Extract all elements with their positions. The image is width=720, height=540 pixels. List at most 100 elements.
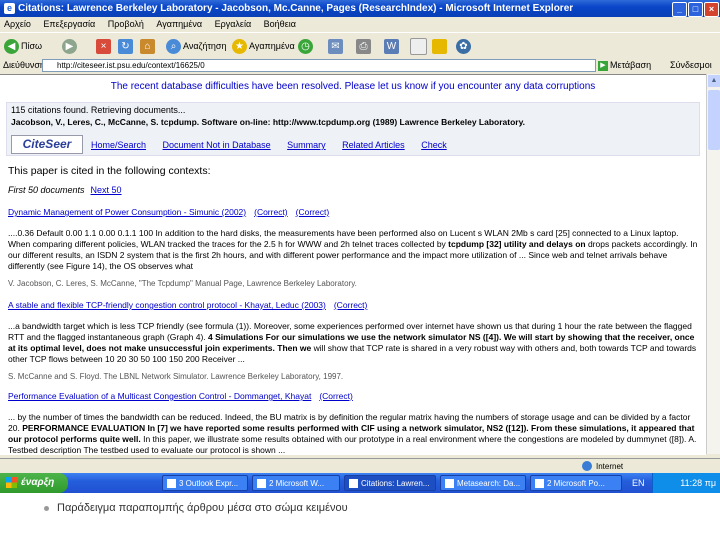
start-button[interactable]: έναρξη [0,473,68,493]
taskbar-item-word[interactable]: 2 Microsoft W... [252,475,340,491]
standard-toolbar: ◀ Πίσω ▶ × ↻ ⌂ ⌕ Αναζήτηση ★ Αγαπημένα ◷ ✉ … [0,32,720,60]
history-icon: ◷ [298,39,313,55]
entry-correct-link[interactable]: (Correct) [296,207,330,217]
history-button[interactable]: ◷ [298,37,315,55]
citation-entry: Performance Evaluation of a Multicast Co… [8,391,698,455]
entry-correct-link[interactable]: (Correct) [319,391,353,401]
minimize-button[interactable]: _ [672,2,687,17]
refresh-button[interactable]: ↻ [118,37,135,55]
messenger-button[interactable] [432,37,449,55]
entry-context-link[interactable]: (Correct) [254,207,288,217]
database-notice: The recent database difficulties have be… [110,81,596,92]
menu-view[interactable]: Προβολή [108,19,144,29]
citation-entry: A stable and flexible TCP-friendly conge… [8,300,698,382]
first-docs-label: First 50 documents [8,185,85,195]
slide-caption: Παράδειγμα παραπομπής άρθρου μέσα στο σώ… [44,502,348,514]
bullet-icon [44,505,49,511]
taskbar-item-outlook[interactable]: 3 Outlook Expr... [162,475,248,491]
home-button[interactable]: ⌂ [140,37,157,55]
address-label: Διεύθυνση [3,60,45,70]
search-icon: ⌕ [166,39,181,55]
window-title: Citations: Lawrence Berkeley Laboratory … [18,3,574,14]
mail-button[interactable]: ✉ [328,37,345,55]
browser-window: e Citations: Lawrence Berkeley Laboratory… [0,0,720,493]
not-in-database-link[interactable]: Document Not in Database [163,140,271,150]
menu-tools[interactable]: Εργαλεία [215,19,252,29]
menu-edit[interactable]: Επεξεργασία [43,19,95,29]
home-search-link[interactable]: Home/Search [91,140,146,150]
documents-nav: First 50 documents Next 50 [8,185,122,195]
stop-icon: × [96,39,111,55]
favorites-button[interactable]: ★ Αγαπημένα [232,37,295,55]
title-bar[interactable]: e Citations: Lawrence Berkeley Laboratory… [0,0,720,17]
back-arrow-icon: ◀ [4,39,19,55]
refresh-icon: ↻ [118,39,133,55]
menu-file[interactable]: Αρχείο [4,19,31,29]
menu-favorites[interactable]: Αγαπημένα [156,19,202,29]
taskbar: έναρξη 3 Outlook Expr... 2 Microsoft W..… [0,473,720,493]
messenger-icon [432,39,447,55]
home-icon: ⌂ [140,39,155,55]
scroll-up-icon[interactable]: ▲ [708,75,720,87]
powerpoint-icon [535,479,544,489]
summary-link[interactable]: Summary [287,140,326,150]
research-button[interactable]: ✿ [456,37,473,55]
entry-context: ....0.36 Default 0.00 1.1 0.00 0.1.1 100… [8,228,698,271]
menu-help[interactable]: Βοήθεια [264,19,296,29]
citation-header: 115 citations found. Retrieving document… [6,102,700,156]
print-button[interactable]: ⎙ [356,37,373,55]
entry-context: ...a bandwidth target which is less TCP … [8,321,697,364]
check-link[interactable]: Check [421,140,447,150]
scroll-thumb[interactable] [708,90,720,150]
entry-title-link[interactable]: Performance Evaluation of a Multicast Co… [8,391,311,401]
forward-arrow-icon: ▶ [62,39,77,55]
edit-button[interactable]: W [384,37,401,55]
related-articles-link[interactable]: Related Articles [342,140,405,150]
go-button[interactable]: ▶ Μετάβαση [598,59,651,71]
star-icon: ★ [232,39,247,55]
forward-button[interactable]: ▶ [62,37,79,55]
taskbar-item-metasearch[interactable]: Metasearch: Da... [440,475,526,491]
discuss-icon [410,38,427,56]
ie-logo-icon: e [4,3,15,14]
entry-title-link[interactable]: Dynamic Management of Power Consumption … [8,207,246,217]
menu-bar: Αρχείο Επεξεργασία Προβολή Αγαπημένα Εργ… [0,17,720,32]
back-button[interactable]: ◀ Πίσω [4,37,42,55]
research-icon: ✿ [456,39,471,55]
clock: 11:28 πμ [680,478,716,488]
maximize-button[interactable]: □ [688,2,703,17]
citeseer-logo[interactable]: CiteSeer [11,135,83,154]
next-docs-link[interactable]: Next 50 [91,185,122,195]
mail-icon: ✉ [328,39,343,55]
ie-icon [349,479,358,489]
entry-source: S. McCanne and S. Floyd. The LBNL Networ… [8,372,344,381]
address-bar: Διεύθυνση http://citeseer.ist.psu.edu/co… [0,58,720,73]
go-arrow-icon: ▶ [598,60,608,71]
contexts-heading: This paper is cited in the following con… [8,165,211,177]
page-content: The recent database difficulties have be… [0,74,706,455]
address-input[interactable]: http://citeseer.ist.psu.edu/context/1662… [42,59,596,72]
entry-context: ... by the number of times the bandwidth… [8,412,697,455]
close-button[interactable]: × [704,2,719,17]
stop-button[interactable]: × [96,37,113,55]
links-button[interactable]: Σύνδεσμοι [670,58,712,73]
taskbar-item-powerpoint[interactable]: 2 Microsoft Po... [530,475,622,491]
citation-reference: Jacobson, V., Leres, C., McCanne, S. tcp… [11,117,526,127]
internet-zone-icon [582,461,592,471]
entry-source: V. Jacobson, C. Leres, S. McCanne, "The … [8,279,357,288]
security-zone: Internet [596,462,624,471]
citation-entry: Dynamic Management of Power Consumption … [8,207,698,289]
discuss-button[interactable] [410,37,429,56]
entry-correct-link[interactable]: (Correct) [334,300,368,310]
header-links: Home/Search Document Not in Database Sum… [91,140,461,150]
print-icon: ⎙ [356,39,371,55]
language-indicator[interactable]: EN [632,473,645,493]
entry-title-link[interactable]: A stable and flexible TCP-friendly conge… [8,300,326,310]
ie-icon [445,479,454,489]
taskbar-item-citations[interactable]: Citations: Lawren... [344,475,436,491]
vertical-scrollbar[interactable]: ▲ [706,74,720,454]
edit-icon: W [384,39,399,55]
search-button[interactable]: ⌕ Αναζήτηση [166,37,226,55]
system-tray: 11:28 πμ [652,473,720,493]
status-bar: Internet [0,458,720,474]
